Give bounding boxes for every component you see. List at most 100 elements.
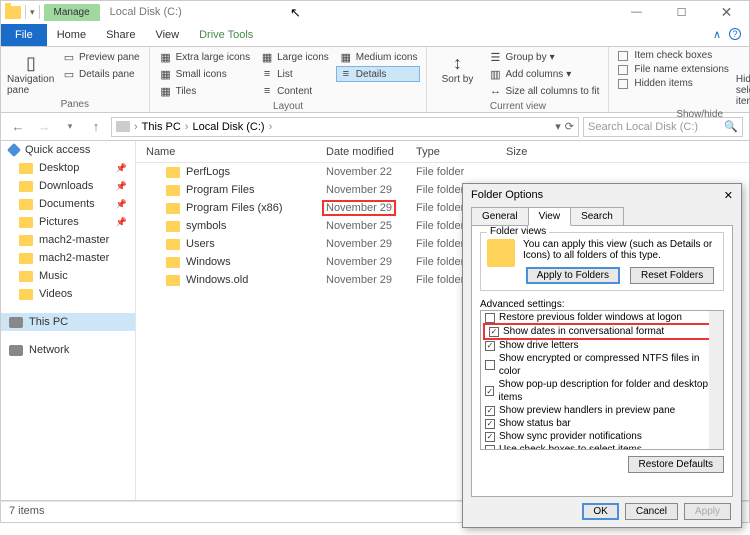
col-name[interactable]: Name — [136, 146, 326, 158]
adv-setting[interactable]: ✓Show dates in conversational format — [483, 323, 721, 340]
back-button[interactable]: ← — [7, 119, 29, 134]
addr-dropdown-icon[interactable]: ▾ — [555, 120, 561, 133]
col-date[interactable]: Date modified — [326, 146, 416, 158]
file-ext-toggle[interactable]: File name extensions — [615, 63, 732, 76]
maximize-button[interactable]: ☐ — [659, 1, 704, 24]
dialog-title: Folder Options — [471, 189, 543, 202]
preview-pane-button[interactable]: ▭Preview pane — [59, 49, 143, 65]
layout-details-button[interactable]: ≡Details — [336, 66, 421, 82]
apply-button[interactable]: Apply — [684, 503, 731, 520]
folder-icon — [166, 221, 180, 232]
adv-setting[interactable]: ✓Show status bar — [481, 417, 723, 430]
address-bar[interactable]: › This PC › Local Disk (C:) › ▾ ⟳ — [111, 117, 579, 137]
sort-by-button[interactable]: ↕Sort by — [433, 49, 481, 99]
ribbon-tabs: File Home Share View Drive Tools ∧ ? — [0, 23, 750, 47]
minimize-button[interactable]: — — [614, 1, 659, 24]
adv-setting[interactable]: ✓Show drive letters — [481, 339, 723, 352]
ok-button[interactable]: OK — [582, 503, 618, 520]
adv-setting[interactable]: Show encrypted or compressed NTFS files … — [481, 352, 723, 378]
layout-content-button[interactable]: ≡Content — [257, 83, 332, 99]
hide-selected-button[interactable]: ◎Hide selected items — [736, 49, 750, 107]
hidden-items-toggle[interactable]: Hidden items — [615, 77, 732, 90]
tab-drive-tools[interactable]: Drive Tools — [189, 24, 263, 46]
reset-folders-button[interactable]: Reset Folders — [630, 267, 714, 284]
checkbox[interactable] — [485, 360, 495, 370]
checkbox[interactable]: ✓ — [485, 341, 495, 351]
folder-views-legend: Folder views — [487, 226, 549, 237]
forward-button[interactable]: → — [33, 119, 55, 134]
ribbon-collapse-icon[interactable]: ∧ — [713, 28, 721, 41]
checkbox[interactable] — [485, 313, 495, 323]
adv-setting[interactable]: Use check boxes to select items — [481, 443, 723, 450]
scrollbar[interactable] — [709, 311, 723, 449]
dialog-tab-general[interactable]: General — [471, 207, 529, 226]
sidebar-item[interactable]: Documents📌 — [1, 195, 135, 213]
sidebar-item[interactable]: mach2-master — [1, 249, 135, 267]
checkbox[interactable]: ✓ — [489, 327, 499, 337]
sidebar-item[interactable]: Pictures📌 — [1, 213, 135, 231]
layout-list-button[interactable]: ≡List — [257, 66, 332, 82]
close-button[interactable]: ✕ — [704, 1, 749, 24]
folder-icon — [19, 163, 33, 174]
restore-defaults-button[interactable]: Restore Defaults — [628, 456, 724, 473]
adv-setting[interactable]: ✓Show sync provider notifications — [481, 430, 723, 443]
col-size[interactable]: Size — [506, 146, 566, 158]
sidebar-item[interactable]: Desktop📌 — [1, 159, 135, 177]
cancel-button[interactable]: Cancel — [625, 503, 678, 520]
column-headers[interactable]: Name Date modified Type Size — [136, 141, 749, 163]
navigation-pane-button[interactable]: ▯Navigation pane — [7, 49, 55, 97]
dialog-tab-view[interactable]: View — [528, 207, 572, 226]
up-button[interactable]: ↑ — [85, 119, 107, 134]
sidebar-network[interactable]: Network — [1, 341, 135, 359]
search-icon: 🔍 — [724, 120, 738, 133]
apply-to-folders-button[interactable]: Apply to Folders — [526, 267, 620, 284]
sidebar-item[interactable]: Videos — [1, 285, 135, 303]
tab-share[interactable]: Share — [96, 24, 145, 46]
adv-setting[interactable]: ✓Show preview handlers in preview pane — [481, 404, 723, 417]
qat-down-icon[interactable]: ▾ — [30, 7, 35, 18]
layout-sm-button[interactable]: ▦Small icons — [156, 66, 253, 82]
checkbox[interactable]: ✓ — [485, 386, 494, 396]
tab-home[interactable]: Home — [47, 24, 96, 46]
refresh-icon[interactable]: ⟳ — [565, 120, 574, 133]
folder-icon — [19, 199, 33, 210]
add-columns-button[interactable]: ▥Add columns ▾ — [485, 66, 602, 82]
details-pane-button[interactable]: ▭Details pane — [59, 66, 143, 82]
tab-view[interactable]: View — [145, 24, 189, 46]
layout-md-button[interactable]: ▦Medium icons — [336, 49, 421, 65]
advanced-settings-list[interactable]: Restore previous folder windows at logon… — [480, 310, 724, 450]
file-row[interactable]: PerfLogsNovember 22File folder — [136, 163, 749, 181]
sidebar-item[interactable]: mach2-master — [1, 231, 135, 249]
size-columns-button[interactable]: ↔Size all columns to fit — [485, 83, 602, 99]
folder-icon — [166, 275, 180, 286]
sidebar-item[interactable]: Music — [1, 267, 135, 285]
folder-icon — [19, 235, 33, 246]
checkbox[interactable]: ✓ — [485, 432, 495, 442]
recent-dropdown[interactable]: ▾ — [59, 121, 81, 132]
search-input[interactable]: Search Local Disk (C:) 🔍 — [583, 117, 743, 137]
checkbox[interactable] — [485, 445, 495, 451]
sidebar-this-pc[interactable]: This PC — [1, 313, 135, 331]
help-icon[interactable]: ? — [729, 28, 741, 40]
folder-icon — [19, 181, 33, 192]
checkbox[interactable]: ✓ — [485, 406, 495, 416]
dialog-tab-search[interactable]: Search — [570, 207, 624, 226]
group-by-button[interactable]: ☰Group by ▾ — [485, 49, 602, 65]
sidebar-quick-access[interactable]: Quick access — [1, 141, 135, 159]
folder-views-text: You can apply this view (such as Details… — [523, 239, 717, 261]
breadcrumb-drive[interactable]: Local Disk (C:) — [192, 121, 264, 133]
folder-icon — [19, 253, 33, 264]
layout-xl-button[interactable]: ▦Extra large icons — [156, 49, 253, 65]
sidebar-item[interactable]: Downloads📌 — [1, 177, 135, 195]
adv-setting[interactable]: ✓Show pop-up description for folder and … — [481, 378, 723, 404]
layout-tiles-button[interactable]: ▦Tiles — [156, 83, 253, 99]
app-icon — [5, 6, 21, 19]
item-checkboxes-toggle[interactable]: Item check boxes — [615, 49, 732, 62]
dialog-close-button[interactable]: ✕ — [724, 189, 733, 202]
layout-lg-button[interactable]: ▦Large icons — [257, 49, 332, 65]
checkbox[interactable]: ✓ — [485, 419, 495, 429]
col-type[interactable]: Type — [416, 146, 506, 158]
breadcrumb-pc[interactable]: This PC — [142, 121, 181, 133]
advanced-settings-label: Advanced settings: — [480, 299, 724, 310]
tab-file[interactable]: File — [1, 24, 47, 46]
